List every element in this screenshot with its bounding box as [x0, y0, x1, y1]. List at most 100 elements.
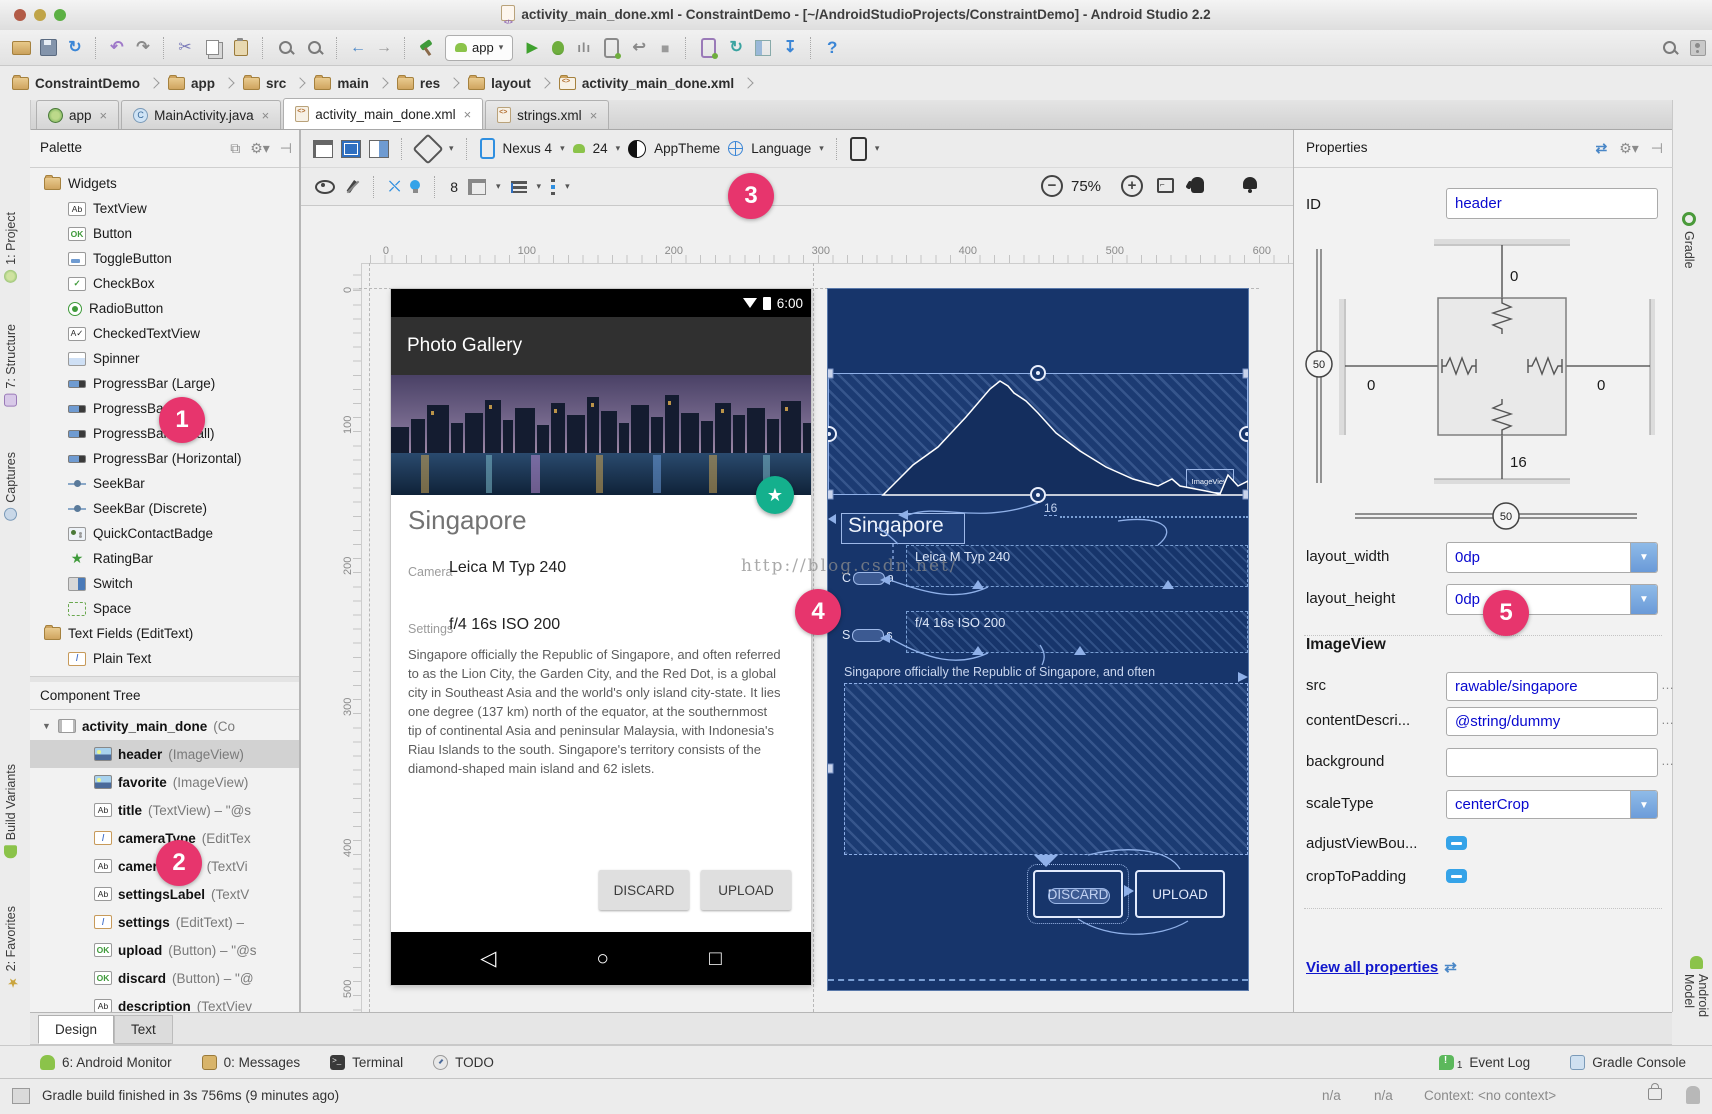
combo-arrow-icon[interactable]: ▼	[1630, 543, 1657, 572]
palette-item-plain-text[interactable]: IPlain Text	[30, 646, 300, 671]
tree-item-title[interactable]: Abtitle (TextView) – "@s	[30, 796, 300, 824]
infer-constraints-icon[interactable]	[410, 180, 420, 190]
toolwindow-6-android-monitor[interactable]: 6: Android Monitor	[40, 1055, 172, 1070]
strip-item-7-structure[interactable]: 7: Structure	[4, 324, 18, 407]
palette-copy-icon[interactable]: ⧉	[230, 130, 240, 166]
forward-icon[interactable]: →	[371, 36, 397, 60]
discard-button[interactable]: DISCARD	[599, 870, 689, 910]
stop-icon[interactable]: ■	[652, 36, 678, 60]
breadcrumb-item[interactable]: layout	[468, 76, 531, 91]
sdk-manager-icon[interactable]: ↧	[777, 36, 803, 60]
device-selector[interactable]: Nexus 4	[503, 141, 553, 156]
palette-group-text-fields-edittext-[interactable]: Text Fields (EditText)	[30, 621, 300, 646]
breadcrumb-item[interactable]: activity_main_done.xml	[559, 76, 734, 91]
combo-arrow-icon[interactable]: ▼	[1630, 791, 1657, 819]
combo-arrow-icon[interactable]: ▼	[1630, 585, 1657, 614]
autoconnect-icon[interactable]	[345, 180, 359, 194]
attach-icon[interactable]: ↩	[626, 36, 652, 60]
property-field-src[interactable]: rawable/singapore	[1446, 672, 1658, 701]
tab-text[interactable]: Text	[114, 1015, 173, 1044]
tab-mainactivity-java[interactable]: MainActivity.java×	[121, 100, 281, 129]
tree-item-favorite[interactable]: favorite (ImageView)	[30, 768, 300, 796]
breadcrumb-item[interactable]: res	[397, 76, 440, 91]
clear-constraints-icon[interactable]: ⤬	[389, 178, 400, 195]
distribute-icon[interactable]	[551, 179, 555, 195]
toolwindow-0-messages[interactable]: 0: Messages	[202, 1055, 301, 1070]
palette-item-togglebutton[interactable]: ToggleButton	[30, 246, 300, 271]
tree-item-settingsLabel[interactable]: AbsettingsLabel (TextV	[30, 880, 300, 908]
more-button[interactable]: …	[1661, 753, 1673, 768]
property-field-background[interactable]	[1446, 748, 1658, 777]
tab-activity-main-done-xml[interactable]: activity_main_done.xml×	[283, 98, 483, 129]
default-margin-value[interactable]: 8	[450, 179, 458, 195]
redo-icon[interactable]: ↷	[130, 36, 156, 60]
close-tab-icon[interactable]: ×	[464, 107, 472, 122]
tab-app[interactable]: app×	[36, 100, 119, 129]
api-selector[interactable]: 24	[593, 141, 608, 156]
properties-gear-icon[interactable]: ⚙▾	[1619, 130, 1639, 166]
tab-strings-xml[interactable]: strings.xml×	[485, 100, 609, 129]
build-icon[interactable]	[419, 41, 433, 55]
device-dropdown-icon[interactable]: ▾	[560, 143, 565, 154]
copy-icon[interactable]	[206, 40, 219, 55]
palette-collapse-icon[interactable]: ⊣	[280, 130, 292, 166]
more-button[interactable]: …	[1661, 712, 1673, 727]
toolwindow-grip-icon[interactable]	[12, 1088, 30, 1104]
toggle-croptopadding[interactable]	[1446, 869, 1467, 883]
palette-item-ratingbar[interactable]: ★RatingBar	[30, 546, 300, 571]
pack-icon[interactable]	[468, 179, 486, 195]
tree-item-discard[interactable]: OKdiscard (Button) – "@	[30, 964, 300, 992]
zoom-out-button[interactable]: −	[1041, 175, 1063, 197]
property-field-contentdescri-[interactable]: @string/dummy	[1446, 707, 1658, 736]
property-field-layout_height[interactable]: 0dp▼	[1446, 584, 1658, 615]
strip-item-android-model[interactable]: Android Model	[1682, 956, 1710, 1017]
run-icon[interactable]: ▶	[519, 36, 545, 60]
sync-icon[interactable]: ↻	[62, 36, 88, 60]
strip-item-1-project[interactable]: 1: Project	[4, 212, 18, 283]
palette-item-checkedtextview[interactable]: A✓CheckedTextView	[30, 321, 300, 346]
breadcrumb-item[interactable]: ConstraintDemo	[12, 76, 140, 91]
more-button[interactable]: …	[1661, 677, 1673, 692]
palette-item-space[interactable]: Space	[30, 596, 300, 621]
palette-item-radiobutton[interactable]: RadioButton	[30, 296, 300, 321]
blueprint-mode-icon[interactable]	[341, 140, 361, 158]
tree-item-description[interactable]: Abdescription (TextViev	[30, 992, 300, 1012]
properties-pin-icon[interactable]: ⊣	[1651, 130, 1663, 166]
strip-item-2-favorites[interactable]: 2: Favorites	[4, 906, 18, 989]
virtual-device-icon[interactable]	[850, 137, 867, 161]
property-field-layout_width[interactable]: 0dp▼	[1446, 542, 1658, 573]
zoom-fit-button[interactable]	[1157, 178, 1174, 193]
toolwindow-terminal[interactable]: Terminal	[330, 1055, 403, 1070]
toolwindow-gradle-console[interactable]: Gradle Console	[1570, 1054, 1686, 1071]
align-icon[interactable]	[511, 181, 527, 193]
debug-icon[interactable]	[552, 41, 564, 55]
strip-item-build-variants[interactable]: Build Variants	[4, 764, 18, 858]
upload-button[interactable]: UPLOAD	[701, 870, 791, 910]
design-mode-icon[interactable]	[313, 140, 333, 158]
warnings-bell-icon[interactable]	[1243, 177, 1257, 189]
tree-item-settings[interactable]: Isettings (EditText) –	[30, 908, 300, 936]
palette-item-progressbar-large-[interactable]: ProgressBar (Large)	[30, 371, 300, 396]
palette-group-widgets[interactable]: Widgets	[30, 171, 300, 196]
toggle-adjustviewbou-[interactable]	[1446, 836, 1467, 850]
collapse-arrow-icon[interactable]: ▼	[42, 721, 52, 731]
project-structure-icon[interactable]	[755, 40, 771, 56]
open-icon[interactable]	[12, 41, 31, 55]
profile-icon[interactable]: ılı	[571, 36, 597, 60]
margin-left-value[interactable]: 0	[1367, 377, 1375, 394]
close-tab-icon[interactable]: ×	[590, 108, 598, 123]
language-selector[interactable]: Language	[751, 141, 811, 156]
virtual-device-dropdown-icon[interactable]: ▾	[875, 143, 880, 154]
lock-icon[interactable]	[1648, 1088, 1662, 1100]
margin-top-value[interactable]: 0	[1510, 268, 1518, 285]
language-dropdown-icon[interactable]: ▾	[819, 143, 824, 154]
replace-icon[interactable]	[308, 41, 321, 54]
theme-selector[interactable]: AppTheme	[654, 141, 720, 156]
header-image[interactable]	[391, 375, 811, 495]
zoom-in-button[interactable]: +	[1121, 175, 1143, 197]
palette-item-progressbar-horizontal-[interactable]: ProgressBar (Horizontal)	[30, 446, 300, 471]
avd-manager-icon[interactable]	[701, 38, 716, 58]
toolwindow-todo[interactable]: TODO	[433, 1055, 494, 1070]
palette-item-button[interactable]: OKButton	[30, 221, 300, 246]
avatar-icon[interactable]	[1690, 40, 1706, 56]
